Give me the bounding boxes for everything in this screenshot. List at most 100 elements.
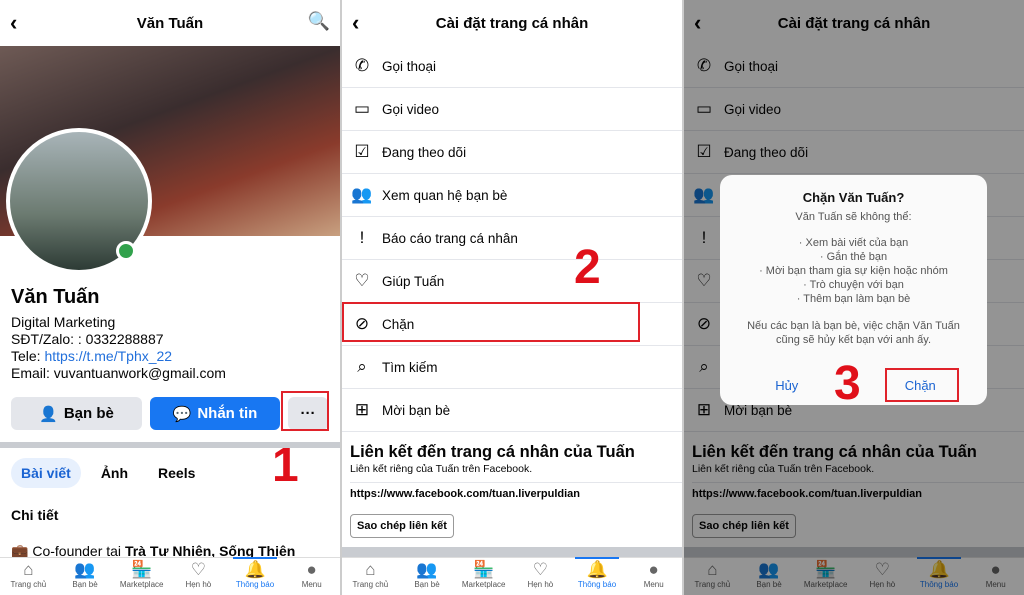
- dialog-note: Nếu các bạn là bạn bè, việc chặn Văn Tuấ…: [747, 320, 960, 346]
- following-icon: ☑: [354, 142, 370, 161]
- tab-1[interactable]: Ảnh: [91, 458, 138, 488]
- header: ‹ Văn Tuấn 🔍: [0, 0, 340, 46]
- settings-item[interactable]: ♡ Giúp Tuấn: [342, 260, 682, 303]
- bell-icon: 🔔: [244, 560, 266, 579]
- nav-marketplace[interactable]: 🏪 Marketplace: [113, 558, 170, 595]
- tele-link[interactable]: https://t.me/Tphx_22: [44, 348, 172, 364]
- header: ‹ Cài đặt trang cá nhân: [342, 0, 682, 46]
- settings-item[interactable]: ⌕ Tìm kiếm: [342, 346, 682, 389]
- step-number: 2: [574, 241, 601, 294]
- nav-label: Thông báo: [235, 580, 275, 589]
- nav-label: Thông báo: [577, 580, 617, 589]
- nav-label: Hẹn hò: [527, 580, 554, 589]
- friend-icon: 👤: [39, 405, 58, 423]
- bio: Digital Marketing: [11, 314, 116, 330]
- divider: [342, 547, 682, 557]
- settings-item-label: Giúp Tuấn: [382, 273, 445, 289]
- dialog-bullet: · Gắn thẻ bạn: [819, 251, 888, 263]
- dialog-bullets: · Xem bài viết của bạn · Gắn thẻ bạn · Mời…: [720, 236, 987, 306]
- profile-name: Văn Tuấn: [11, 286, 100, 308]
- message-button[interactable]: 💬 Nhắn tin: [150, 397, 280, 430]
- dating-icon: ♡: [532, 560, 548, 579]
- tele: Tele: https://t.me/Tphx_22: [11, 348, 226, 365]
- settings-item[interactable]: ⊞ Mời bạn bè: [342, 389, 682, 432]
- avatar-menu-icon: ●: [306, 560, 317, 579]
- nav-label: Trang chủ: [352, 580, 389, 589]
- phone-icon: ✆: [354, 56, 370, 75]
- tele-label: Tele:: [11, 348, 45, 364]
- profile-info: Digital Marketing SĐT/Zalo: : 0332288887…: [11, 314, 226, 382]
- bottom-nav: ⌂ Trang chủ 👥 Bạn bè 🏪 Marketplace ♡ Hẹn hò 🔔 Thô…: [0, 557, 340, 595]
- settings-item[interactable]: ☑ Đang theo dõi: [342, 131, 682, 174]
- header-title: Cài đặt trang cá nhân: [435, 14, 589, 32]
- home-icon: ⌂: [365, 560, 376, 579]
- bottom-nav: ⌂ Trang chủ 👥 Bạn bè 🏪 Marketplace ♡ Hẹn hò 🔔 Thô…: [342, 557, 682, 595]
- dialog-bullet: · Thêm bạn làm bạn bè: [796, 293, 911, 305]
- phone: SĐT/Zalo: : 0332288887: [11, 331, 164, 347]
- messenger-icon: 💬: [172, 405, 192, 423]
- nav-label: Menu: [643, 580, 664, 589]
- divider: [0, 442, 340, 448]
- settings-item[interactable]: ▭ Gọi video: [342, 88, 682, 131]
- bell-icon: 🔔: [586, 560, 608, 579]
- marketplace-icon: 🏪: [131, 560, 153, 579]
- header-title: Văn Tuấn: [136, 14, 204, 32]
- link-subtitle: Liên kết riêng của Tuấn trên Facebook.: [350, 463, 533, 475]
- nav-dating[interactable]: ♡ Hẹn hò: [170, 558, 227, 595]
- nav-friends[interactable]: 👥 Bạn bè: [57, 558, 114, 595]
- settings-item[interactable]: ✆ Gọi thoại: [342, 45, 682, 88]
- nav-bell[interactable]: 🔔 Thông báo: [569, 557, 626, 595]
- nav-marketplace[interactable]: 🏪 Marketplace: [455, 558, 512, 595]
- settings-item[interactable]: ! Báo cáo trang cá nhân: [342, 217, 682, 260]
- nav-avatar-menu[interactable]: ● Menu: [283, 558, 340, 595]
- friends-button[interactable]: 👤 Bạn bè: [11, 397, 142, 430]
- settings-screen: ‹ Cài đặt trang cá nhân ✆ Gọi thoại ▭ Gọi v…: [342, 0, 682, 595]
- tab-0[interactable]: Bài viết: [11, 458, 81, 488]
- settings-item-label: Đang theo dõi: [382, 144, 467, 160]
- nav-label: Hẹn hò: [185, 580, 212, 589]
- block-confirm-screen: ‹ Cài đặt trang cá nhân ✆ Gọi thoại ▭ Gọi v…: [684, 0, 1024, 595]
- message-label: Nhắn tin: [197, 405, 258, 422]
- settings-item-label: Báo cáo trang cá nhân: [382, 230, 518, 246]
- nav-label: Menu: [301, 580, 322, 589]
- settings-item-label: Gọi video: [382, 101, 440, 117]
- settings-item-label: Xem quan hệ bạn bè: [382, 187, 508, 203]
- step-number: 3: [834, 357, 861, 410]
- back-icon[interactable]: ‹: [352, 10, 359, 36]
- copy-link-button[interactable]: Sao chép liên kết: [350, 514, 454, 538]
- nav-bell[interactable]: 🔔 Thông báo: [227, 557, 284, 595]
- settings-item-label: Tìm kiếm: [382, 359, 438, 375]
- details-title: Chi tiết: [11, 507, 59, 523]
- video-icon: ▭: [353, 99, 371, 118]
- back-icon[interactable]: ‹: [10, 10, 17, 36]
- friends-icon: 👥: [416, 560, 438, 579]
- friends-icon: 👥: [74, 560, 96, 579]
- heart-icon: ♡: [354, 271, 370, 290]
- search-icon: ⌕: [357, 357, 367, 376]
- tab-2[interactable]: Reels: [148, 458, 205, 488]
- nav-friends[interactable]: 👥 Bạn bè: [399, 558, 456, 595]
- link-title: Liên kết đến trang cá nhân của Tuấn: [350, 443, 635, 461]
- email: Email: vuvantuanwork@gmail.com: [11, 365, 226, 381]
- settings-item-label: Gọi thoại: [382, 58, 437, 74]
- home-icon: ⌂: [23, 560, 34, 579]
- dialog-bullet: · Trò chuyện với bạn: [803, 279, 904, 291]
- highlight-box: [281, 391, 329, 431]
- settings-item[interactable]: 👥 Xem quan hệ bạn bè: [342, 174, 682, 217]
- divider: [350, 482, 682, 483]
- search-icon[interactable]: 🔍: [308, 11, 330, 32]
- dialog-intro: Văn Tuấn sẽ không thể:: [795, 211, 912, 223]
- nav-home[interactable]: ⌂ Trang chủ: [0, 558, 57, 595]
- avatar-menu-icon: ●: [648, 560, 659, 579]
- nav-dating[interactable]: ♡ Hẹn hò: [512, 558, 569, 595]
- nav-label: Bạn bè: [72, 580, 98, 589]
- dialog-bullet: · Xem bài viết của bạn: [798, 237, 909, 249]
- friends-label: Bạn bè: [63, 405, 114, 422]
- dialog-bullet: · Mời bạn tham gia sự kiện hoặc nhóm: [759, 265, 948, 277]
- nav-home[interactable]: ⌂ Trang chủ: [342, 558, 399, 595]
- nav-avatar-menu[interactable]: ● Menu: [625, 558, 682, 595]
- invite-icon: ⊞: [354, 400, 370, 419]
- nav-label: Trang chủ: [10, 580, 47, 589]
- report-icon: !: [359, 228, 365, 247]
- highlight-box: [342, 302, 640, 342]
